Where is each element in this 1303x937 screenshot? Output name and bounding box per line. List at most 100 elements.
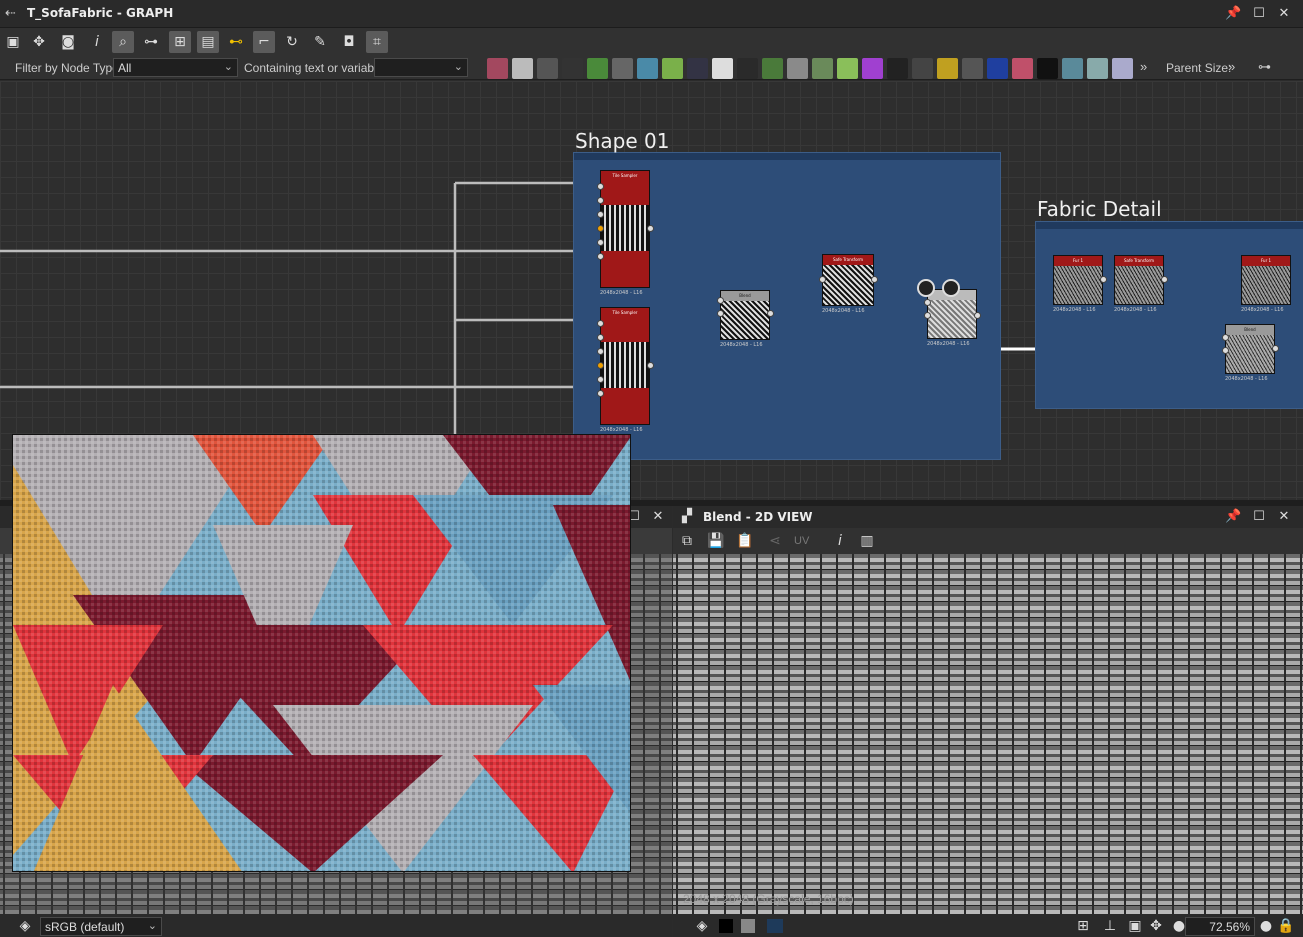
levels-node-icon[interactable] [812, 58, 833, 79]
rotate-icon[interactable]: ↻ [281, 31, 303, 53]
text-node-icon[interactable] [962, 58, 983, 79]
input-port[interactable] [597, 348, 604, 355]
input-port[interactable] [597, 239, 604, 246]
input-port[interactable] [597, 183, 604, 190]
gradient-node-icon[interactable] [662, 58, 683, 79]
circle-node-icon[interactable] [687, 58, 708, 79]
copy-icon[interactable]: ⧉ [676, 530, 698, 552]
graph-node[interactable]: Tile Sampler [600, 307, 650, 425]
warp-node-icon[interactable] [637, 58, 658, 79]
input-port[interactable] [717, 297, 724, 304]
display-icon[interactable]: ◘ [338, 31, 360, 53]
graph-node[interactable]: Fur 1 [1053, 255, 1103, 305]
black-background-icon[interactable] [719, 919, 733, 933]
pattern-node-icon[interactable] [512, 58, 533, 79]
graph-node[interactable]: Blend [720, 290, 770, 340]
noise-node-icon[interactable] [887, 58, 908, 79]
output-port[interactable] [647, 225, 654, 232]
search-icon[interactable]: ⌕ [112, 31, 134, 53]
camera-icon[interactable]: ◙ [57, 31, 79, 53]
input-port[interactable] [597, 225, 604, 232]
output-port[interactable] [1161, 276, 1168, 283]
input-port[interactable] [924, 299, 931, 306]
info-icon[interactable]: i [86, 31, 108, 53]
fit-icon[interactable]: ✥ [28, 31, 50, 53]
layout-icon[interactable]: ⊞ [169, 31, 191, 53]
uv-label[interactable]: UV [794, 535, 809, 547]
input-port[interactable] [597, 320, 604, 327]
hsl-node-icon[interactable] [862, 58, 883, 79]
bucket-node-icon[interactable] [737, 58, 758, 79]
output-port[interactable] [647, 362, 654, 369]
tiling-icon[interactable]: ⊥ [1099, 915, 1121, 937]
shuffle-node-icon[interactable] [562, 58, 583, 79]
slider-node-icon[interactable] [787, 58, 808, 79]
checker-badge-icon[interactable] [942, 279, 960, 297]
crop-icon[interactable]: ⌗ [366, 31, 388, 53]
curve-node-icon[interactable] [587, 58, 608, 79]
variant-node-icon[interactable] [1037, 58, 1058, 79]
2d-viewport[interactable]: 2048 x 2048 (Grayscale, 16bpc) [673, 554, 1303, 914]
flood-fill-node-icon[interactable] [1012, 58, 1033, 79]
maximize-icon[interactable]: ☐ [1251, 6, 1267, 22]
clipboard-icon[interactable]: 📋 [734, 530, 756, 552]
document-badge-icon[interactable] [917, 279, 935, 297]
input-port[interactable] [924, 312, 931, 319]
graph-node[interactable]: Blend [1225, 324, 1275, 374]
maximize-icon[interactable]: ☐ [1251, 509, 1267, 525]
info-icon[interactable]: i [829, 530, 851, 552]
output-port[interactable] [1100, 276, 1107, 283]
layers-icon[interactable]: ◈ [691, 915, 713, 937]
zoom-step-icon[interactable]: ● [1255, 915, 1277, 937]
graph-node[interactable]: Tile Sampler [600, 170, 650, 288]
input-port[interactable] [1222, 347, 1229, 354]
blur-node-icon[interactable] [612, 58, 633, 79]
tools-icon[interactable]: ✎ [309, 31, 331, 53]
drop-node-icon[interactable] [537, 58, 558, 79]
save-icon[interactable]: 💾 [705, 530, 727, 552]
input-port[interactable] [597, 362, 604, 369]
panel-icon[interactable]: ▤ [197, 31, 219, 53]
zoom-field[interactable]: 72.56% [1185, 917, 1255, 936]
input-port[interactable] [597, 253, 604, 260]
graph-node[interactable]: Safe Transform Grayscale [1114, 255, 1164, 305]
mirror-node-icon[interactable] [937, 58, 958, 79]
input-port[interactable] [597, 334, 604, 341]
grid-icon[interactable]: ⊞ [1072, 915, 1094, 937]
filter-node-type-select[interactable]: All ⌄ [113, 58, 238, 77]
output-port[interactable] [974, 312, 981, 319]
fill-node-icon[interactable] [712, 58, 733, 79]
input-port[interactable] [819, 276, 826, 283]
image-node-icon[interactable] [487, 58, 508, 79]
gray-background-icon[interactable] [741, 919, 755, 933]
close-icon[interactable]: ✕ [1276, 6, 1292, 22]
input-port[interactable] [597, 376, 604, 383]
more-icon[interactable]: » [1140, 59, 1147, 74]
colorspace-select[interactable]: sRGB (default) ⌄ [40, 917, 162, 936]
transform-node-icon[interactable] [987, 58, 1008, 79]
output-port[interactable] [871, 276, 878, 283]
fit-icon[interactable]: ▣ [1124, 915, 1146, 937]
export-node-icon[interactable] [1087, 58, 1108, 79]
input-port[interactable] [1222, 334, 1229, 341]
output-node-icon[interactable] [1112, 58, 1133, 79]
map-node-icon[interactable] [1062, 58, 1083, 79]
center-icon[interactable]: ✥ [1145, 915, 1167, 937]
pin-icon[interactable]: 📌 [1225, 6, 1241, 22]
close-icon[interactable]: ✕ [650, 509, 666, 525]
histogram-node-icon[interactable] [837, 58, 858, 79]
histogram-icon[interactable]: ▥ [856, 530, 878, 552]
link-icon[interactable]: ⊶ [140, 31, 162, 53]
connect-icon[interactable]: ⊷ [225, 31, 247, 53]
parent-size-label[interactable]: Parent Size: [1166, 61, 1231, 75]
lock-icon[interactable]: 🔒 [1275, 915, 1297, 937]
input-port[interactable] [597, 211, 604, 218]
output-port[interactable] [767, 310, 774, 317]
frame-all-icon[interactable]: ▣ [2, 31, 24, 53]
tree-node-icon[interactable] [762, 58, 783, 79]
share-icon[interactable]: ⋖ [764, 530, 786, 552]
input-port[interactable] [597, 390, 604, 397]
color-channel-icon[interactable] [767, 919, 783, 933]
pin-icon[interactable]: 📌 [1225, 509, 1241, 525]
layers-icon[interactable]: ◈ [14, 915, 36, 937]
